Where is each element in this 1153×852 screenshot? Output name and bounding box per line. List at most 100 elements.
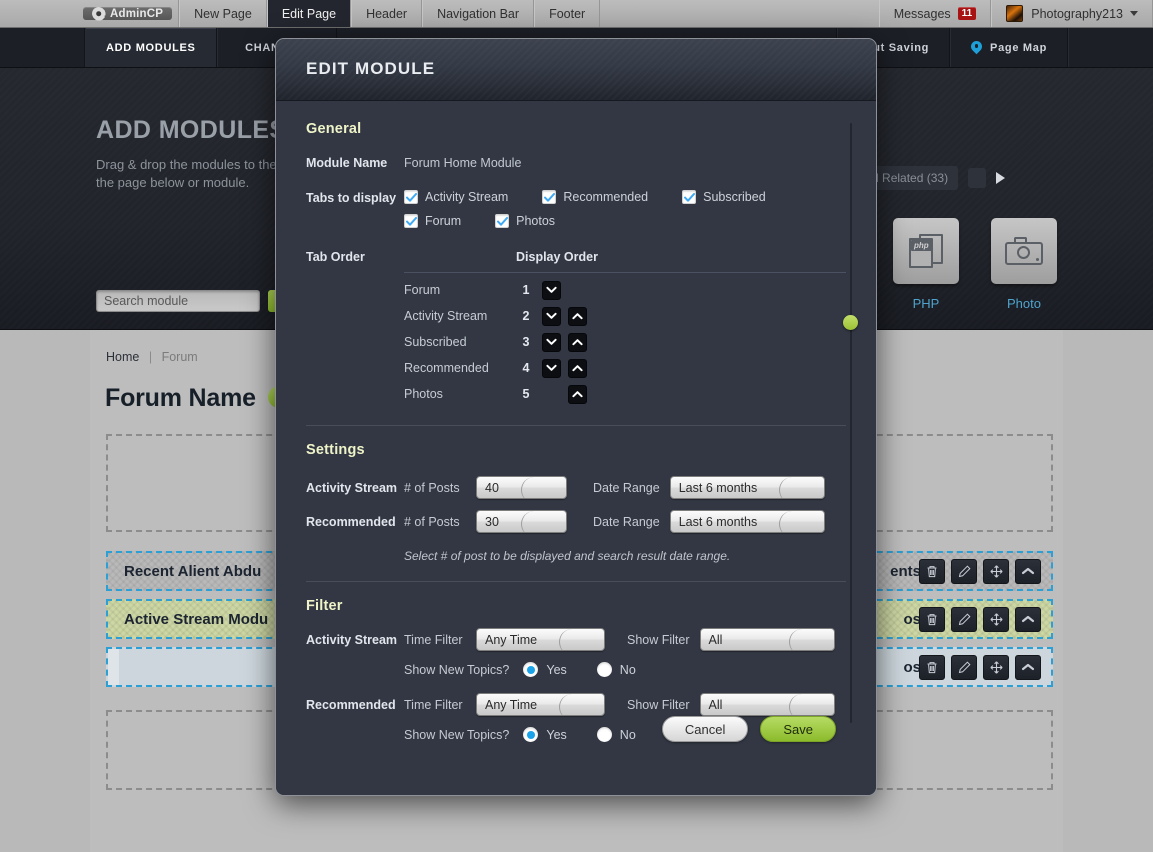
select-activity-stream-time-filter-value: Any Time (477, 629, 559, 650)
module-tile-php-box[interactable]: php (893, 218, 959, 284)
messages-label: Messages (894, 7, 951, 21)
check-icon[interactable] (542, 190, 556, 204)
pencil-icon[interactable] (951, 655, 977, 680)
move-icon[interactable] (983, 607, 1009, 632)
chevron-down-icon (1130, 11, 1138, 16)
move-up-icon[interactable] (568, 307, 587, 326)
move-down-icon[interactable] (542, 359, 561, 378)
check-icon[interactable] (404, 214, 418, 228)
tab-order-name: Activity Stream (404, 309, 514, 323)
module-tile-photo-label: Photo (991, 296, 1057, 311)
avatar (1006, 5, 1023, 22)
select-activity-stream-date-range[interactable]: Last 6 months (670, 476, 825, 499)
dialog-footer: Cancel Save (276, 704, 876, 796)
select-activity-stream-posts[interactable]: 40 (476, 476, 567, 499)
admin-bar-filler (600, 0, 878, 27)
select-activity-stream-time-filter[interactable]: Any Time (476, 628, 605, 651)
radio-unselected-icon[interactable] (597, 662, 612, 677)
tab-order-controls (542, 359, 587, 378)
admincp-button[interactable]: AdminCP (83, 0, 179, 27)
chevron-down-icon[interactable] (789, 629, 834, 651)
collapse-icon[interactable] (1015, 655, 1041, 680)
trash-icon[interactable] (919, 607, 945, 632)
chevron-down-icon[interactable] (779, 511, 824, 533)
toolbar-left-spacer (0, 28, 85, 67)
settings-recommended-label: Recommended (306, 515, 404, 529)
map-pin-icon (971, 41, 982, 55)
move-down-icon[interactable] (542, 281, 561, 300)
pencil-icon[interactable] (951, 559, 977, 584)
module-tile-photo-box[interactable] (991, 218, 1057, 284)
move-up-icon[interactable] (568, 333, 587, 352)
nav-tab-navigation-bar[interactable]: Navigation Bar (422, 0, 534, 27)
collapse-icon[interactable] (1015, 559, 1041, 584)
select-recommended-date-range[interactable]: Last 6 months (670, 510, 825, 533)
toolbar-add-modules-tab[interactable]: ADD MODULES (85, 28, 217, 67)
chip-square-button[interactable] (968, 168, 986, 188)
filter-activity-stream-label: Activity Stream (306, 633, 404, 647)
user-menu[interactable]: Photography213 (991, 0, 1153, 27)
cancel-button[interactable]: Cancel (662, 716, 748, 742)
move-down-icon[interactable] (542, 307, 561, 326)
nav-tab-new-page[interactable]: New Page (179, 0, 267, 27)
select-activity-stream-posts-value: 40 (477, 477, 521, 498)
chevron-down-icon[interactable] (521, 477, 566, 499)
checkbox-photos[interactable]: Photos (495, 214, 555, 228)
save-button[interactable]: Save (760, 716, 836, 742)
module-tile-php[interactable]: php PHP (893, 218, 959, 311)
chevron-down-icon[interactable] (779, 477, 824, 499)
row-drag-handle[interactable] (108, 649, 119, 685)
select-recommended-date-range-value: Last 6 months (671, 511, 779, 532)
dialog-scrollbar-thumb[interactable] (843, 315, 858, 330)
move-up-icon[interactable] (568, 359, 587, 378)
new-topics-label: Show New Topics? (404, 663, 509, 677)
tab-order-number: 4 (514, 361, 538, 375)
move-up-icon-placeholder (568, 281, 587, 300)
php-file-icon: php (909, 234, 943, 268)
toolbar-right-spacer (1068, 28, 1153, 67)
check-icon[interactable] (682, 190, 696, 204)
tabs-to-display-group: Activity Stream Recommended Subscribed (404, 190, 766, 228)
checkbox-forum[interactable]: Forum (404, 214, 461, 228)
pencil-icon[interactable] (951, 607, 977, 632)
nav-tab-header[interactable]: Header (351, 0, 422, 27)
breadcrumb-home[interactable]: Home (106, 350, 139, 364)
trash-icon[interactable] (919, 559, 945, 584)
module-name-value[interactable]: Forum Home Module (404, 156, 521, 170)
checkbox-subscribed[interactable]: Subscribed (682, 190, 766, 204)
move-icon[interactable] (983, 655, 1009, 680)
select-recommended-posts[interactable]: 30 (476, 510, 567, 533)
add-modules-heading: ADD MODULES (96, 116, 287, 145)
chevron-right-icon[interactable] (996, 172, 1005, 184)
radio-activity-stream-new-topics-no[interactable]: No (597, 662, 636, 677)
module-tile-photo[interactable]: Photo (991, 218, 1057, 311)
search-module-input[interactable]: Search module (96, 290, 260, 312)
move-icon[interactable] (983, 559, 1009, 584)
checkbox-activity-stream[interactable]: Activity Stream (404, 190, 508, 204)
collapse-icon[interactable] (1015, 607, 1041, 632)
move-down-icon[interactable] (542, 333, 561, 352)
chevron-down-icon[interactable] (559, 629, 604, 651)
move-up-icon[interactable] (568, 385, 587, 404)
radio-activity-stream-new-topics-yes[interactable]: Yes (523, 662, 566, 677)
dialog-scrollbar-track[interactable] (850, 123, 852, 723)
messages-button[interactable]: Messages 11 (879, 0, 992, 27)
nav-tab-edit-page[interactable]: Edit Page (267, 0, 351, 27)
admincp-pill[interactable]: AdminCP (83, 7, 172, 20)
radio-selected-icon[interactable] (523, 662, 538, 677)
camera-icon (1005, 237, 1043, 265)
tab-order-controls (542, 307, 587, 326)
checkbox-subscribed-label: Subscribed (703, 190, 766, 204)
check-icon[interactable] (495, 214, 509, 228)
select-activity-stream-show-filter[interactable]: All (700, 628, 835, 651)
field-tabs-to-display: Tabs to display Activity Stream Recommen… (306, 190, 846, 228)
select-activity-stream-show-filter-value: All (701, 629, 789, 650)
chevron-down-icon[interactable] (521, 511, 566, 533)
check-icon[interactable] (404, 190, 418, 204)
toolbar-add-modules-label: ADD MODULES (106, 42, 196, 54)
trash-icon[interactable] (919, 655, 945, 680)
nav-tab-footer[interactable]: Footer (534, 0, 600, 27)
toolbar-page-map[interactable]: Page Map (950, 28, 1068, 67)
row-actions (919, 655, 1041, 680)
checkbox-recommended[interactable]: Recommended (542, 190, 648, 204)
